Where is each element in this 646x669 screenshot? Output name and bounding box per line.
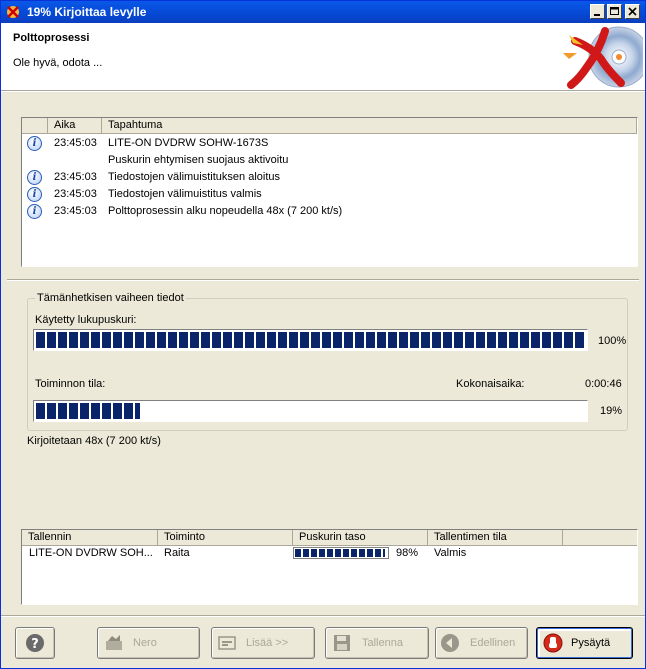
log-event: Tiedostojen välimuistitus valmis bbox=[108, 188, 262, 200]
header-separator bbox=[1, 90, 645, 92]
empty-column-header bbox=[563, 530, 637, 546]
page-title: Polttoprosessi bbox=[13, 32, 90, 44]
page-subtitle: Ole hyvä, odota ... bbox=[13, 57, 103, 69]
recorder-buffer-bar bbox=[293, 547, 389, 559]
log-row[interactable]: i 23:45:03 Polttoprosessin alku nopeudel… bbox=[22, 203, 634, 220]
log-column-event-header[interactable]: Tapahtuma bbox=[102, 118, 637, 134]
recorder-name: LITE-ON DVDRW SOH... bbox=[29, 547, 153, 559]
log-time: 23:45:03 bbox=[54, 205, 97, 217]
write-speed-text: Kirjoitetaan 48x (7 200 kt/s) bbox=[27, 435, 161, 447]
minimize-button[interactable] bbox=[590, 4, 605, 19]
log-row[interactable]: Puskurin ehtymisen suojaus aktivoitu bbox=[22, 152, 634, 169]
save-button-label: Tallenna bbox=[362, 637, 403, 649]
minimize-icon bbox=[594, 14, 600, 16]
help-icon: ? bbox=[26, 634, 44, 652]
more-icon bbox=[218, 636, 236, 650]
operation-progress-bar bbox=[33, 400, 588, 422]
read-buffer-progress-bar bbox=[33, 329, 588, 351]
info-icon: i bbox=[27, 204, 42, 219]
buffer-level-column-header[interactable]: Puskurin taso bbox=[293, 530, 428, 546]
back-arrow-icon bbox=[441, 634, 459, 652]
window-title: 19% Kirjoittaa levylle bbox=[27, 5, 147, 19]
recorder-state: Valmis bbox=[434, 547, 467, 559]
more-button[interactable]: Lisää >> bbox=[211, 627, 315, 659]
current-phase-legend: Tämänhetkisen vaiheen tiedot bbox=[35, 292, 186, 304]
log-row[interactable]: i 23:45:03 LITE-ON DVDRW SOHW-1673S bbox=[22, 135, 634, 152]
event-log-list[interactable]: Aika Tapahtuma i 23:45:03 LITE-ON DVDRW … bbox=[21, 117, 638, 267]
svg-text:?: ? bbox=[31, 637, 39, 652]
recorder-state-column-header[interactable]: Tallentimen tila bbox=[428, 530, 563, 546]
stop-button-label: Pysäytä bbox=[571, 637, 611, 649]
operation-progress-fill bbox=[36, 403, 141, 419]
buffer-label: Käytetty lukupuskuri: bbox=[35, 314, 137, 326]
recorder-buffer-fill bbox=[295, 549, 386, 557]
help-button[interactable]: ? bbox=[15, 627, 55, 659]
title-bar[interactable]: 19% Kirjoittaa levylle bbox=[1, 1, 645, 23]
total-time-label: Kokonaisaika: bbox=[456, 378, 525, 390]
nero-button[interactable]: Nero bbox=[97, 627, 200, 659]
close-icon bbox=[628, 7, 637, 16]
log-event: Polttoprosessin alku nopeudella 48x (7 2… bbox=[108, 205, 343, 217]
log-time: 23:45:03 bbox=[54, 188, 97, 200]
stop-button[interactable]: Pysäytä bbox=[536, 627, 633, 659]
burn-progress-window: 19% Kirjoittaa levylle Polttoprosessi Ol… bbox=[0, 0, 646, 669]
log-event: Puskurin ehtymisen suojaus aktivoitu bbox=[108, 154, 289, 166]
recorder-buffer-percent: 98% bbox=[396, 547, 419, 559]
maximize-icon bbox=[610, 7, 619, 15]
log-column-time-header[interactable]: Aika bbox=[48, 118, 102, 134]
floppy-disk-icon bbox=[334, 635, 350, 651]
operation-status-label: Toiminnon tila: bbox=[35, 378, 106, 390]
wizard-header: Polttoprosessi Ole hyvä, odota ... bbox=[1, 23, 645, 90]
nero-app-icon bbox=[7, 6, 19, 18]
save-button[interactable]: Tallenna bbox=[325, 627, 429, 659]
info-icon: i bbox=[27, 170, 42, 185]
total-time-value: 0:00:46 bbox=[585, 378, 622, 390]
more-button-label: Lisää >> bbox=[246, 637, 289, 649]
back-button[interactable]: Edellinen bbox=[435, 627, 528, 659]
footer-separator bbox=[1, 615, 645, 617]
log-time: 23:45:03 bbox=[54, 171, 97, 183]
nero-icon bbox=[106, 635, 122, 650]
log-row[interactable]: i 23:45:03 Tiedostojen välimuistitus val… bbox=[22, 186, 634, 203]
read-buffer-fill bbox=[36, 332, 585, 348]
section-separator bbox=[7, 279, 639, 281]
info-icon: i bbox=[27, 136, 42, 151]
log-event: Tiedostojen välimuistituksen aloitus bbox=[108, 171, 281, 183]
operation-progress-percent: 19% bbox=[600, 405, 623, 417]
maximize-button[interactable] bbox=[607, 4, 622, 19]
recorder-column-header[interactable]: Tallennin bbox=[22, 530, 158, 546]
action-column-header[interactable]: Toiminto bbox=[158, 530, 293, 546]
back-button-label: Edellinen bbox=[470, 637, 516, 649]
info-icon: i bbox=[27, 187, 42, 202]
log-column-icon-header[interactable] bbox=[22, 118, 48, 134]
recorder-status-table[interactable]: Tallennin Toiminto Puskurin taso Tallent… bbox=[21, 529, 638, 605]
nero-disc-logo-icon bbox=[563, 26, 643, 89]
log-event: LITE-ON DVDRW SOHW-1673S bbox=[108, 137, 269, 149]
recorder-action: Raita bbox=[164, 547, 190, 559]
close-button[interactable] bbox=[625, 4, 640, 19]
log-time: 23:45:03 bbox=[54, 137, 97, 149]
log-row[interactable]: i 23:45:03 Tiedostojen välimuistituksen … bbox=[22, 169, 634, 186]
nero-button-label: Nero bbox=[133, 637, 157, 649]
buffer-percent: 100% bbox=[598, 335, 627, 347]
stop-icon bbox=[543, 633, 563, 653]
